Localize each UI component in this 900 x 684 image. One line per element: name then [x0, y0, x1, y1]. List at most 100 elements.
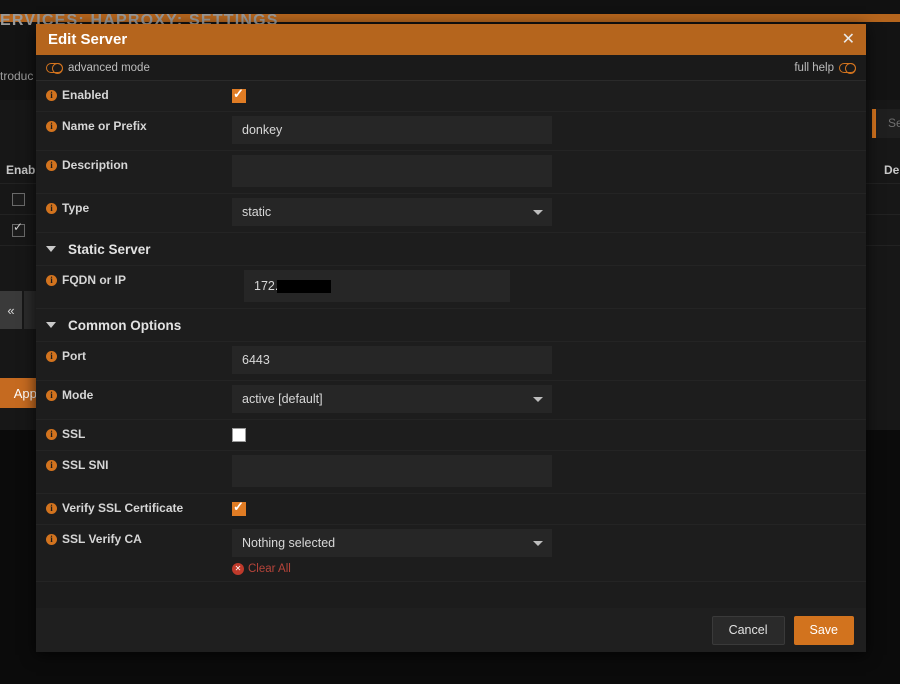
full-help-label: full help — [794, 61, 834, 74]
form-row-port: Port 6443 — [36, 342, 866, 381]
field-label-name-or-prefix: Name or Prefix — [62, 119, 147, 133]
label-col: SSL SNI — [36, 451, 232, 472]
background-column-header-description: De — [884, 163, 900, 177]
mode-select-value: active [default] — [242, 392, 323, 406]
form-row-ssl: SSL — [36, 420, 866, 451]
field-col: Nothing selected Clear All — [232, 525, 866, 581]
type-select-value: static — [242, 205, 272, 219]
advanced-mode-toggle[interactable]: advanced mode — [46, 62, 150, 74]
info-icon[interactable] — [46, 350, 57, 362]
section-static-server[interactable]: Static Server — [36, 233, 866, 266]
dialog-title: Edit Server — [48, 31, 128, 48]
verify-ssl-certificate-checkbox[interactable] — [232, 499, 246, 516]
clear-all-link[interactable]: Clear All — [232, 562, 866, 575]
chevron-down-icon — [46, 246, 56, 252]
background-row-checkbox[interactable] — [12, 193, 25, 206]
ssl-verify-ca-value: Nothing selected — [242, 536, 336, 550]
background-intro-text: troduc — [0, 69, 34, 83]
ssl-sni-input[interactable] — [232, 455, 552, 487]
field-label-ssl-sni: SSL SNI — [62, 458, 109, 472]
form-row-name-or-prefix: Name or Prefix donkey — [36, 112, 866, 151]
clear-all-label: Clear All — [248, 563, 291, 575]
field-label-description: Description — [62, 158, 129, 172]
chevron-down-icon — [46, 322, 56, 328]
label-col: Description — [36, 151, 232, 172]
close-circle-icon — [232, 562, 244, 575]
label-col: SSL — [36, 420, 232, 441]
label-col: SSL Verify CA — [36, 525, 232, 546]
field-col — [232, 81, 866, 109]
label-col: Name or Prefix — [36, 112, 232, 133]
name-or-prefix-input[interactable]: donkey — [232, 116, 552, 144]
form-row-enabled: Enabled — [36, 81, 866, 112]
field-col: donkey — [232, 112, 866, 150]
section-title-static-server: Static Server — [68, 241, 151, 257]
background-column-header-enabled: Enab — [6, 163, 36, 177]
field-label-ssl: SSL — [62, 427, 86, 441]
info-icon[interactable] — [46, 89, 57, 101]
background-collapse-button[interactable]: « — [0, 291, 22, 329]
close-icon[interactable]: ✕ — [842, 31, 855, 48]
form-row-fqdn-or-ip: FQDN or IP 172. — [36, 266, 866, 309]
info-icon[interactable] — [46, 428, 57, 440]
ssl-checkbox[interactable] — [232, 428, 246, 442]
screen: ERVICES: HAPROXY: SETTINGS troduc Se Ena… — [0, 0, 900, 684]
info-icon[interactable] — [46, 459, 57, 471]
field-col: static — [232, 194, 866, 232]
field-label-ssl-verify-ca: SSL Verify CA — [62, 532, 142, 546]
field-col: active [default] — [232, 381, 866, 419]
field-col — [232, 451, 866, 493]
field-col — [232, 151, 866, 193]
dialog-help-bar: advanced mode full help — [36, 55, 866, 81]
info-icon[interactable] — [46, 274, 57, 286]
field-col — [232, 494, 866, 522]
field-label-fqdn-or-ip: FQDN or IP — [62, 273, 127, 287]
edit-server-dialog: Edit Server ✕ advanced mode full help i … — [36, 24, 866, 652]
dialog-footer: Cancel Save — [36, 608, 866, 652]
label-col: Mode — [36, 381, 232, 402]
advanced-mode-label: advanced mode — [68, 61, 150, 74]
section-title-common-options: Common Options — [68, 317, 182, 333]
form-row-mode: Mode active [default] — [36, 381, 866, 420]
form-row-type: Type static — [36, 194, 866, 233]
field-label-verify-ssl-certificate: Verify SSL Certificate — [62, 501, 184, 515]
info-icon[interactable] — [46, 202, 57, 214]
chevron-down-icon — [533, 397, 543, 402]
background-search-box[interactable]: Se — [872, 109, 900, 138]
fqdn-or-ip-input[interactable]: 172. — [244, 270, 510, 302]
full-help-toggle[interactable]: full help — [794, 62, 856, 74]
cancel-button[interactable]: Cancel — [711, 615, 785, 645]
enabled-checkbox[interactable] — [232, 86, 246, 103]
type-select[interactable]: static — [232, 198, 552, 226]
save-button[interactable]: Save — [793, 615, 854, 645]
chevron-down-icon — [533, 541, 543, 546]
label-col: Enabled — [36, 81, 232, 102]
field-col: 172. — [232, 266, 866, 308]
info-icon[interactable] — [46, 502, 57, 514]
background-search-placeholder: Se — [888, 116, 900, 130]
ssl-verify-ca-select[interactable]: Nothing selected — [232, 529, 552, 557]
info-icon[interactable] — [46, 120, 57, 132]
field-label-type: Type — [62, 201, 90, 215]
chevron-down-icon — [533, 210, 543, 215]
field-label-port: Port — [62, 349, 86, 363]
fqdn-or-ip-value: 172. — [254, 279, 279, 293]
mode-select[interactable]: active [default] — [232, 385, 552, 413]
section-common-options[interactable]: Common Options — [36, 309, 866, 342]
label-col: Verify SSL Certificate — [36, 494, 232, 515]
description-input[interactable] — [232, 155, 552, 187]
info-icon[interactable] — [46, 389, 57, 401]
label-col: FQDN or IP — [36, 266, 232, 287]
label-col: Type — [36, 194, 232, 215]
background-row-checkbox[interactable] — [12, 221, 25, 237]
field-label-enabled: Enabled — [62, 88, 109, 102]
form-row-ssl-verify-ca: SSL Verify CA Nothing selected Clear All — [36, 525, 866, 582]
field-label-mode: Mode — [62, 388, 94, 402]
info-icon[interactable] — [46, 159, 57, 171]
dialog-header: Edit Server ✕ — [36, 24, 866, 55]
info-icon[interactable] — [46, 533, 57, 545]
port-input[interactable]: 6443 — [232, 346, 552, 374]
label-col: Port — [36, 342, 232, 363]
field-col: 6443 — [232, 342, 866, 380]
form-row-verify-ssl-certificate: Verify SSL Certificate — [36, 494, 866, 525]
